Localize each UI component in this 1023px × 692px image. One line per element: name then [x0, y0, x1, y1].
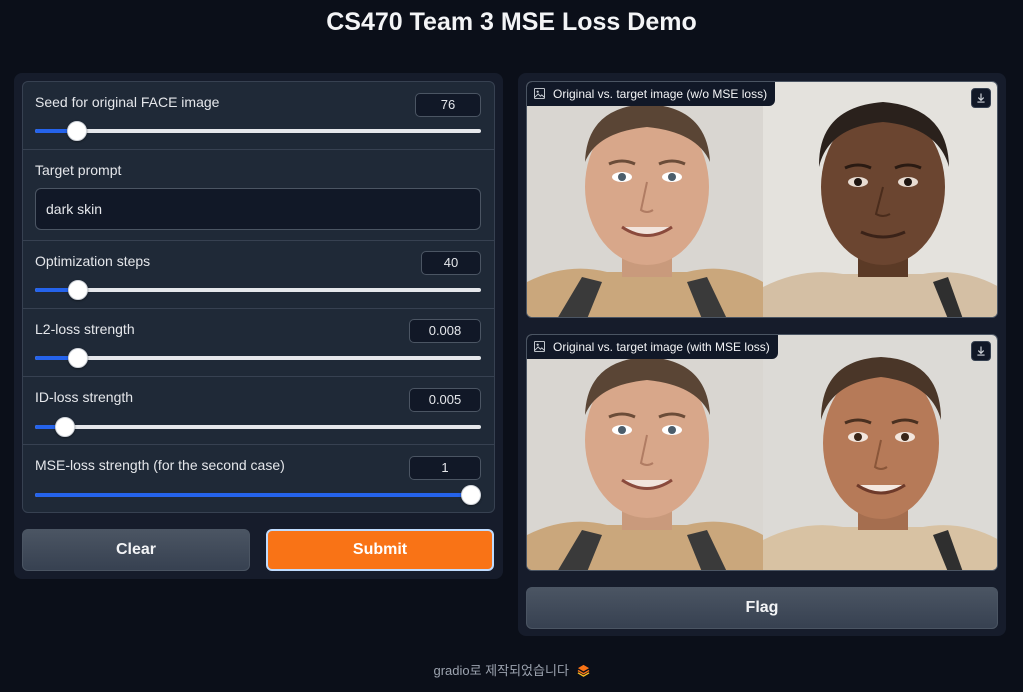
l2-label: L2-loss strength — [35, 321, 135, 337]
seed-block: Seed for original FACE image 76 — [23, 82, 494, 150]
output-panel: Original vs. target image (w/o MSE loss) — [518, 73, 1006, 636]
steps-label: Optimization steps — [35, 253, 151, 269]
image-icon — [534, 88, 545, 99]
seed-label: Seed for original FACE image — [35, 94, 220, 110]
page-title: CS470 Team 3 MSE Loss Demo — [326, 8, 697, 36]
footer: gradio로 제작되었습니다 — [0, 660, 1023, 679]
flag-button[interactable]: Flag — [526, 587, 998, 629]
target-face-image — [763, 335, 997, 570]
steps-number-input[interactable]: 40 — [421, 251, 481, 275]
input-panel: Seed for original FACE image 76 Target p… — [14, 73, 503, 579]
prompt-label: Target prompt — [35, 162, 122, 178]
footer-text[interactable]: gradio로 제작되었습니다 — [433, 663, 568, 678]
l2-number-input[interactable]: 0.008 — [409, 319, 481, 343]
seed-number-input[interactable]: 76 — [415, 93, 481, 117]
mse-block: MSE-loss strength (for the second case) … — [23, 445, 494, 512]
image-icon — [534, 341, 545, 352]
steps-slider[interactable] — [35, 280, 481, 300]
download-button[interactable] — [971, 88, 991, 108]
download-icon — [977, 346, 985, 356]
l2-block: L2-loss strength 0.008 — [23, 309, 494, 377]
id-number-input[interactable]: 0.005 — [409, 388, 481, 412]
target-face-image — [763, 82, 997, 317]
submit-button[interactable]: Submit — [266, 529, 494, 571]
seed-slider-thumb[interactable] — [67, 121, 87, 141]
controls-box: Seed for original FACE image 76 Target p… — [22, 81, 495, 513]
mse-slider[interactable] — [35, 485, 481, 505]
output-image-label-text: Original vs. target image (w/o MSE loss) — [553, 87, 768, 101]
seed-slider[interactable] — [35, 121, 481, 141]
download-button[interactable] — [971, 341, 991, 361]
prompt-block: Target prompt dark skin — [23, 150, 494, 241]
mse-slider-thumb[interactable] — [461, 485, 481, 505]
id-block: ID-loss strength 0.005 — [23, 377, 494, 445]
id-label: ID-loss strength — [35, 389, 134, 405]
id-slider-thumb[interactable] — [55, 417, 75, 437]
mse-slider-fill — [35, 493, 481, 497]
l2-slider-thumb[interactable] — [68, 348, 88, 368]
output-image-label: Original vs. target image (with MSE loss… — [527, 335, 778, 359]
mse-label: MSE-loss strength (for the second case) — [35, 457, 285, 473]
id-slider[interactable] — [35, 417, 481, 437]
steps-slider-thumb[interactable] — [68, 280, 88, 300]
original-face-image — [527, 82, 763, 317]
l2-slider[interactable] — [35, 348, 481, 368]
original-face-image — [527, 335, 763, 570]
steps-block: Optimization steps 40 — [23, 241, 494, 309]
output-image-label: Original vs. target image (w/o MSE loss) — [527, 82, 776, 106]
clear-button[interactable]: Clear — [22, 529, 250, 571]
output-image-without-mse: Original vs. target image (w/o MSE loss) — [526, 81, 998, 318]
prompt-textbox[interactable]: dark skin — [35, 188, 481, 230]
download-icon — [977, 93, 985, 103]
output-image-with-mse: Original vs. target image (with MSE loss… — [526, 334, 998, 571]
output-image-label-text: Original vs. target image (with MSE loss… — [553, 340, 770, 354]
mse-number-input[interactable]: 1 — [409, 456, 481, 480]
gradio-logo-icon — [577, 664, 589, 677]
